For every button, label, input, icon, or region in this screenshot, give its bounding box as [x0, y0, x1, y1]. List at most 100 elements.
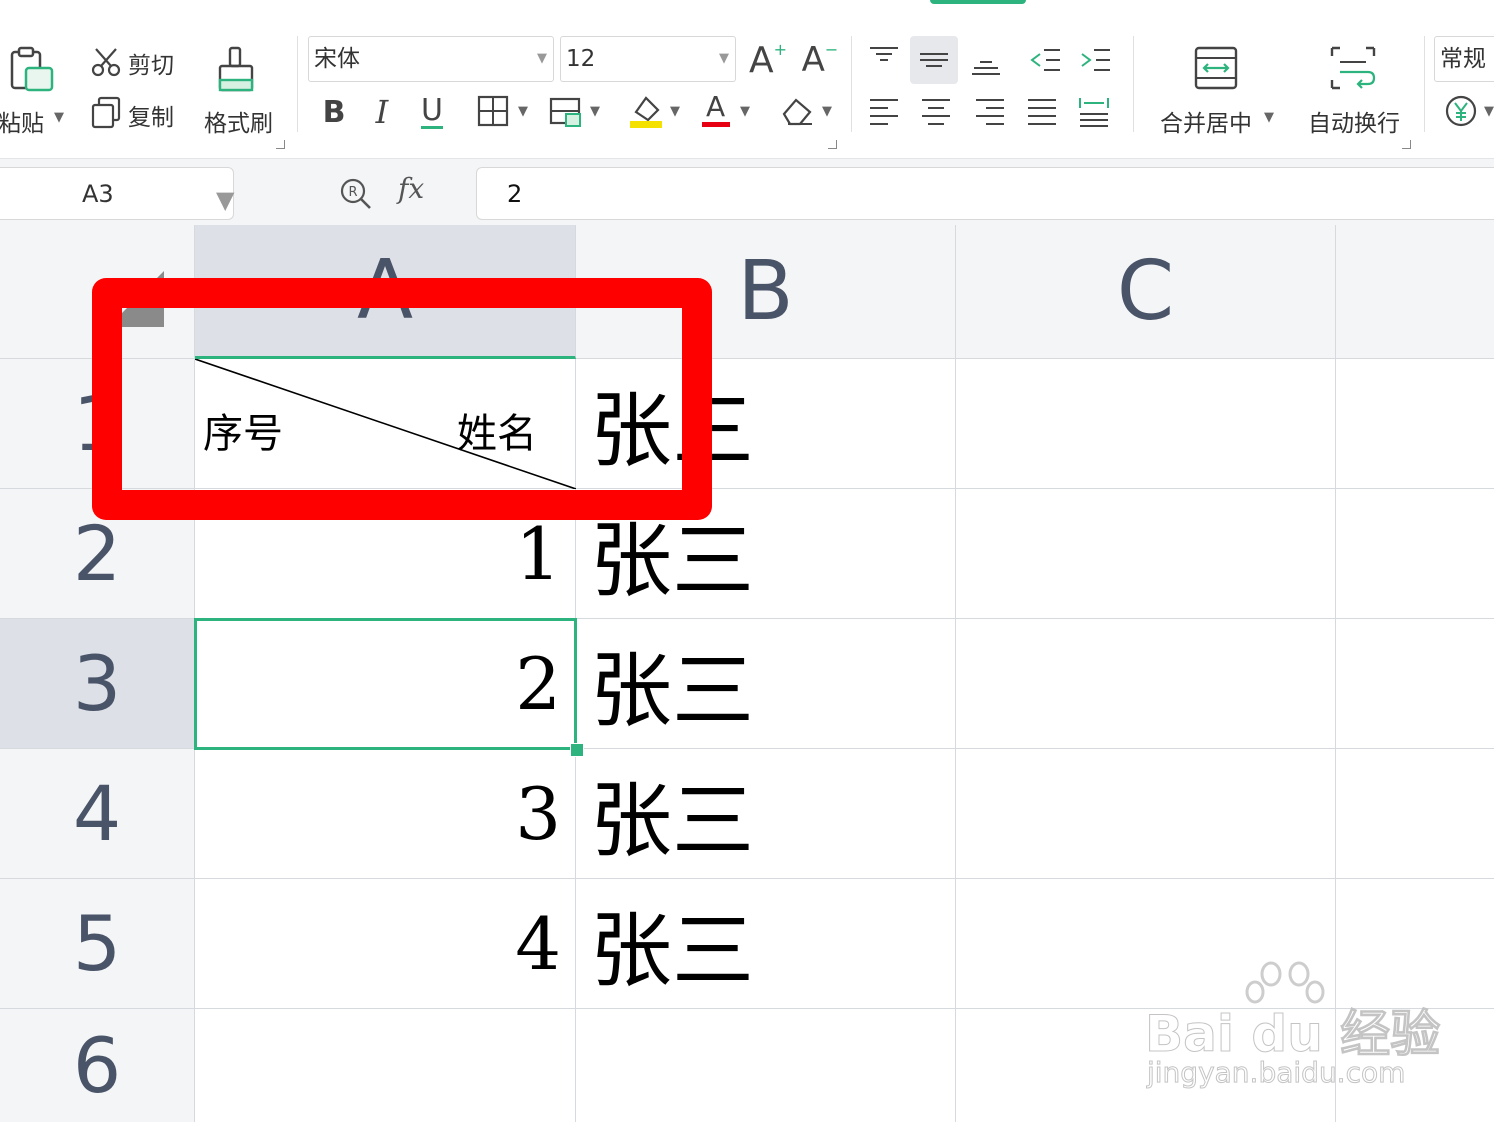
align-bottom-button[interactable]	[966, 40, 1006, 80]
cell-b5[interactable]: 张三	[576, 879, 956, 1009]
cell-b4[interactable]: 张三	[576, 749, 956, 879]
distribute-icon	[1079, 98, 1109, 127]
chevron-down-icon: ▼	[216, 186, 235, 214]
row-header-6[interactable]: 6	[0, 1009, 195, 1122]
group-dialog-launcher[interactable]	[276, 140, 285, 149]
number-format-value: 常规	[1440, 46, 1486, 72]
wrap-text-icon	[1330, 46, 1376, 90]
align-center-button[interactable]	[916, 92, 956, 132]
merge-cells-icon	[1194, 46, 1238, 90]
cell-d3[interactable]	[1336, 619, 1494, 749]
watermark-url: jingyan.baidu.com	[1146, 1056, 1406, 1090]
wrap-text-label: 自动换行	[1308, 111, 1400, 137]
justify-button[interactable]	[1022, 92, 1062, 132]
cell-value: 4	[515, 901, 561, 986]
font-name-select[interactable]: 宋体 ▼	[308, 36, 554, 82]
formula-input[interactable]: 2	[476, 167, 1494, 220]
row-header-5[interactable]: 5	[0, 879, 195, 1009]
group-dialog-launcher[interactable]	[828, 140, 837, 149]
cell-a5[interactable]: 4	[195, 879, 576, 1009]
cell-d1[interactable]	[1336, 359, 1494, 489]
cell-d4[interactable]	[1336, 749, 1494, 879]
cell-c4[interactable]	[956, 749, 1336, 879]
cell-value: 张三	[590, 904, 755, 999]
group-dialog-launcher[interactable]	[1402, 140, 1411, 149]
align-right-icon	[976, 99, 1004, 125]
svg-text:R: R	[348, 185, 357, 200]
cell-b3[interactable]: 张三	[576, 619, 956, 749]
column-label: B	[737, 244, 794, 339]
italic-button[interactable]: I	[364, 92, 400, 132]
baidu-watermark: Bai du 经验 jingyan.baidu.com	[1144, 960, 1441, 1100]
decrease-indent-icon	[1030, 49, 1060, 71]
decrease-font-size-button[interactable]: A −	[800, 38, 840, 82]
align-right-button[interactable]	[970, 92, 1010, 132]
align-middle-button[interactable]	[910, 36, 958, 84]
borders-button[interactable]: ▼	[476, 94, 536, 130]
increase-indent-button[interactable]	[1076, 40, 1116, 80]
chevron-down-icon: ▼	[1264, 110, 1274, 125]
copy-icon	[91, 96, 121, 129]
scissors-icon	[91, 48, 121, 77]
align-middle-icon	[920, 53, 948, 67]
fill-handle[interactable]	[570, 743, 584, 757]
align-left-button[interactable]	[864, 92, 904, 132]
font-color-swatch	[702, 122, 730, 127]
decrease-indent-button[interactable]	[1026, 40, 1066, 80]
font-size-select[interactable]: 12 ▼	[560, 36, 736, 82]
format-painter-button[interactable]: 格式刷	[198, 40, 285, 149]
row-header-4[interactable]: 4	[0, 749, 195, 879]
fx-icon: fx	[398, 172, 425, 205]
cell-a4[interactable]: 3	[195, 749, 576, 879]
wrap-text-button[interactable]: 自动换行	[1304, 40, 1411, 149]
chevron-down-icon: ▼	[719, 51, 729, 66]
copy-label: 复制	[128, 105, 174, 131]
cell-c2[interactable]	[956, 489, 1336, 619]
search-function-button[interactable]: R	[338, 176, 374, 212]
insert-function-button[interactable]: fx	[398, 172, 438, 212]
name-box[interactable]: A3 ▼	[0, 167, 234, 220]
cut-label: 剪切	[128, 53, 174, 79]
eraser-icon	[782, 98, 812, 126]
font-color-button[interactable]: A ▼	[702, 90, 762, 132]
cut-button[interactable]: 剪切	[88, 44, 188, 80]
merge-center-button[interactable]: 合并居中 ▼	[1156, 40, 1286, 140]
currency-format-button[interactable]: ▼	[1444, 92, 1494, 132]
align-left-icon	[870, 99, 898, 125]
cell-a6[interactable]	[195, 1009, 576, 1122]
cell-d2[interactable]	[1336, 489, 1494, 619]
underline-button[interactable]: U	[414, 90, 450, 134]
cell-c1[interactable]	[956, 359, 1336, 489]
clear-format-button[interactable]: ▼	[780, 92, 840, 132]
increase-font-size-button[interactable]: A +	[748, 38, 788, 82]
column-header-d[interactable]	[1336, 225, 1494, 359]
annotation-highlight-box	[92, 278, 712, 520]
align-top-button[interactable]	[864, 40, 904, 80]
increase-font-size-icon: A	[748, 39, 774, 81]
chevron-down-icon: ▼	[54, 110, 64, 125]
bold-button[interactable]: B	[316, 92, 352, 132]
fill-color-button[interactable]: ▼	[628, 92, 688, 132]
chevron-down-icon: ▼	[537, 51, 547, 66]
cell-style-button[interactable]: ▼	[548, 94, 608, 130]
zoom-search-icon: R	[340, 178, 371, 209]
cell-c3[interactable]	[956, 619, 1336, 749]
format-painter-label: 格式刷	[204, 111, 273, 137]
row-header-3[interactable]: 3	[0, 619, 195, 749]
paste-label: 粘贴	[0, 111, 44, 137]
copy-button[interactable]: 复制	[88, 96, 188, 132]
chevron-down-icon: ▼	[518, 104, 528, 119]
cell-b6[interactable]	[576, 1009, 956, 1122]
underline-icon: U	[421, 92, 443, 129]
paste-icon	[10, 46, 54, 92]
number-format-select[interactable]: 常规	[1434, 36, 1494, 82]
paste-button[interactable]: 粘贴 ▼	[0, 40, 72, 140]
column-header-c[interactable]: C	[956, 225, 1336, 359]
font-color-icon: A	[706, 90, 726, 123]
align-center-icon	[922, 99, 950, 125]
distribute-button[interactable]	[1074, 92, 1114, 132]
merge-center-label: 合并居中	[1160, 111, 1252, 137]
chevron-down-icon: ▼	[670, 104, 680, 119]
font-name-value: 宋体	[314, 46, 360, 72]
active-cell-outline	[194, 618, 577, 750]
